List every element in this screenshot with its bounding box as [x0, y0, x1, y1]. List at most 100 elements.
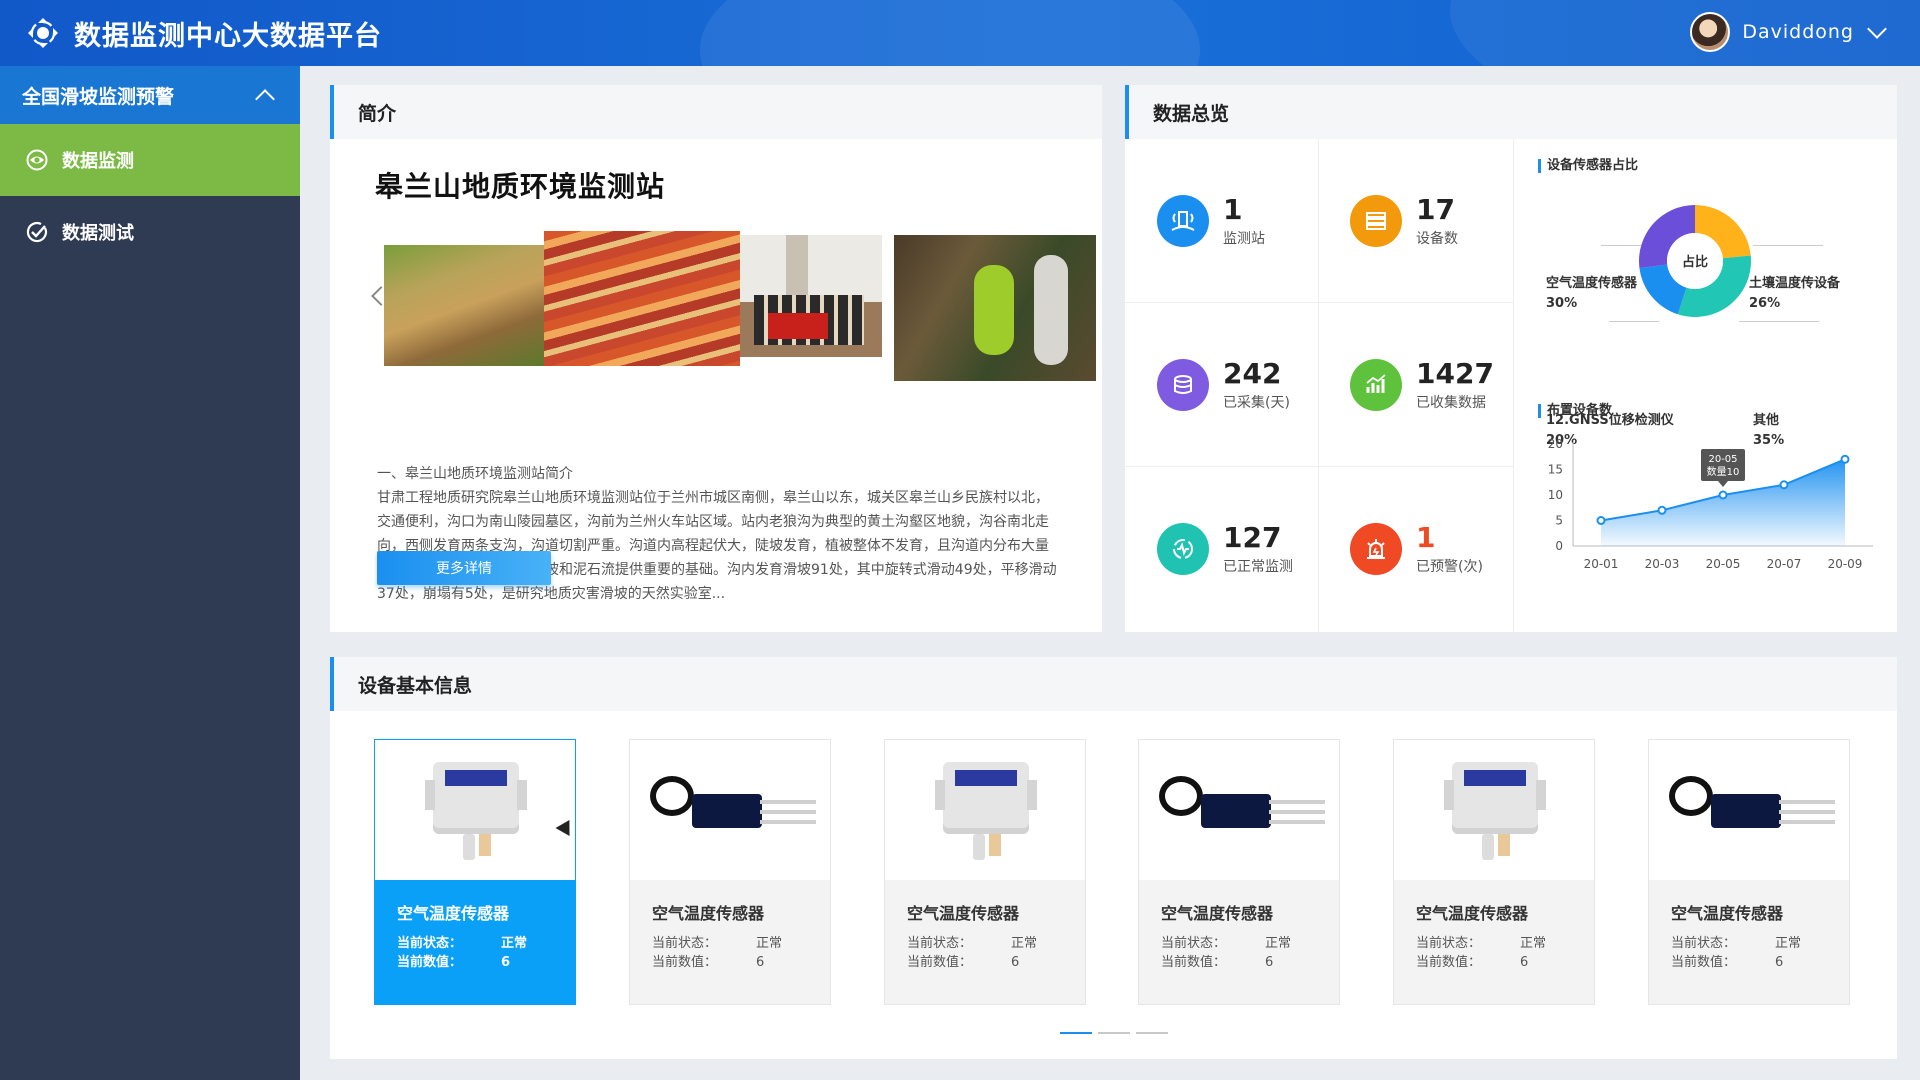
sensor-box-image — [375, 740, 575, 880]
legend-pct: 26% — [1749, 296, 1781, 311]
device-info: 空气温度传感器 当前状态： 正常 当前数值： 6 — [1649, 880, 1849, 972]
x-tick-label: 20-07 — [1767, 557, 1802, 571]
stat-label: 已收集数据 — [1416, 394, 1486, 411]
device-value-row: 当前数值： 6 — [1416, 953, 1572, 972]
stat-devices: 17 设备数 — [1318, 139, 1511, 302]
line-chart[interactable]: 0510152020-01 20-03 20-05 20-07 20-09 20-05数… — [1533, 434, 1883, 629]
device-status-row: 当前状态： 正常 — [397, 934, 553, 953]
y-tick-label: 5 — [1555, 514, 1563, 528]
sidebar-item-label: 数据测试 — [62, 223, 134, 244]
pager-dot-3[interactable] — [1136, 1032, 1168, 1034]
intro-heading: 一、皋兰山地质环境监测站简介 — [377, 466, 573, 482]
x-tick-label: 20-05 — [1706, 557, 1741, 571]
soil-probe-image — [630, 740, 830, 880]
status-value: 正常 — [1775, 936, 1802, 951]
value-label: 当前数值： — [1671, 955, 1737, 970]
legend-name: 其他 — [1753, 413, 1780, 428]
pager-dot-1[interactable] — [1060, 1032, 1092, 1034]
device-card[interactable]: 空气温度传感器 当前状态： 正常 当前数值： 6 — [884, 739, 1086, 1005]
overview-panel: 数据总览 1 监测站 17 设备数 242 已采集(天) 1427 已收集数据 … — [1125, 85, 1897, 632]
user-menu[interactable]: Daviddong — [1690, 12, 1887, 52]
probe-pin — [1779, 810, 1835, 814]
avatar[interactable] — [1690, 12, 1731, 52]
probe-pin — [1779, 800, 1835, 804]
status-value: 正常 — [1520, 936, 1547, 951]
current-value: 6 — [501, 955, 511, 970]
device-card[interactable]: 空气温度传感器 当前状态： 正常 当前数值： 6 — [1138, 739, 1340, 1005]
panel-title: 数据总览 — [1125, 85, 1897, 139]
sensor-label-plate — [445, 770, 507, 786]
photo-danxia-landform[interactable] — [544, 231, 740, 366]
alarm-icon — [1350, 522, 1402, 575]
carousel-pager[interactable] — [1060, 1032, 1168, 1034]
monitor-icon — [1157, 522, 1209, 575]
photo-carousel[interactable] — [371, 231, 1096, 381]
station-icon — [1157, 194, 1209, 247]
intro-panel: 简介 皋兰山地质环境监测站 一、皋兰山地质环境监测站简介 甘肃工程地质研究院皋兰… — [330, 85, 1102, 632]
sidebar-item-data-testing[interactable]: 数据测试 — [0, 196, 300, 268]
device-card[interactable]: 空气温度传感器 当前状态： 正常 当前数值： 6 — [1393, 739, 1595, 1005]
device-info: 空气温度传感器 当前状态： 正常 当前数值： 6 — [885, 880, 1085, 972]
pager-dot-2[interactable] — [1098, 1032, 1130, 1034]
sensor-label-plate — [1464, 770, 1526, 786]
device-value-row: 当前数值： 6 — [1161, 953, 1317, 972]
sensor-cable — [973, 834, 985, 860]
x-tick-label: 20-09 — [1828, 557, 1863, 571]
data-point[interactable] — [1596, 516, 1606, 525]
device-value-row: 当前数值： 6 — [652, 953, 808, 972]
x-tick-label: 20-03 — [1645, 557, 1680, 571]
username[interactable]: Daviddong — [1742, 21, 1854, 43]
device-name: 空气温度传感器 — [1161, 904, 1274, 923]
probe-body — [692, 794, 762, 828]
data-point[interactable] — [1779, 480, 1789, 490]
photo-field-survey[interactable] — [894, 235, 1096, 381]
device-info: 空气温度传感器 当前状态： 正常 当前数值： 6 — [1394, 880, 1594, 972]
leader-line — [1601, 245, 1641, 246]
current-value: 6 — [1775, 955, 1784, 970]
device-status-row: 当前状态： 正常 — [652, 934, 808, 953]
sidebar-group-landslide[interactable]: 全国滑坡监测预警 — [0, 66, 300, 124]
header-decoration — [700, 0, 1200, 66]
sensor-mount — [1536, 780, 1546, 810]
probe-pin — [1269, 820, 1325, 824]
divider — [1125, 466, 1513, 467]
intro-line: 37处，崩塌有5处，是研究地质灾害滑坡的天然实验室... — [377, 586, 726, 602]
sidebar: 全国滑坡监测预警 数据监测 数据测试 — [0, 66, 300, 1080]
device-name: 空气温度传感器 — [1671, 904, 1784, 923]
status-value: 正常 — [1265, 936, 1292, 951]
chevron-down-icon[interactable] — [1867, 19, 1887, 39]
sidebar-item-label: 数据监测 — [62, 151, 134, 172]
data-point[interactable] — [1718, 490, 1728, 500]
divider — [1125, 302, 1513, 303]
stat-value: 17 — [1416, 192, 1455, 226]
probe-cable — [650, 776, 694, 816]
sensor-housing — [935, 762, 1037, 834]
photo-group-banner[interactable] — [740, 235, 882, 357]
photo-loess-hills[interactable] — [384, 245, 550, 366]
device-card[interactable]: 空气温度传感器 当前状态： 正常 当前数值： 6 — [629, 739, 831, 1005]
device-status-row: 当前状态： 正常 — [907, 934, 1063, 953]
status-label: 当前状态： — [397, 936, 463, 951]
data-point[interactable] — [1657, 505, 1667, 515]
device-card[interactable]: 空气温度传感器 当前状态： 正常 当前数值： 6 — [374, 739, 576, 1005]
chevron-up-icon[interactable] — [255, 89, 275, 109]
device-card[interactable]: 空气温度传感器 当前状态： 正常 当前数值： 6 — [1648, 739, 1850, 1005]
stat-collected-days: 242 已采集(天) — [1125, 303, 1318, 466]
sidebar-item-data-monitoring[interactable]: 数据监测 — [0, 124, 300, 196]
device-list-icon — [1350, 194, 1402, 247]
value-label: 当前数值： — [1161, 955, 1227, 970]
status-label: 当前状态： — [652, 936, 718, 951]
legend-name: 土壤温度传设备 — [1749, 276, 1841, 291]
more-details-button[interactable]: 更多详情 — [377, 551, 551, 585]
x-tick-label: 20-01 — [1584, 557, 1619, 571]
sensor-mount — [935, 780, 945, 810]
device-info: 空气温度传感器 当前状态： 正常 当前数值： 6 — [375, 880, 575, 1005]
donut-chart[interactable]: 占比 — [1635, 201, 1755, 321]
data-point[interactable] — [1840, 454, 1850, 464]
donut-center-label: 占比 — [1682, 254, 1708, 270]
intro-line: 甘肃工程地质研究院皋兰山地质环境监测站位于兰州市城区南侧，皋兰山以东，城关区皋兰… — [377, 490, 1049, 506]
legend-pct: 30% — [1546, 296, 1578, 311]
device-value-row: 当前数值： 6 — [1671, 953, 1827, 972]
tooltip-x: 20-05 — [1708, 454, 1737, 465]
stat-value: 1 — [1223, 192, 1243, 226]
